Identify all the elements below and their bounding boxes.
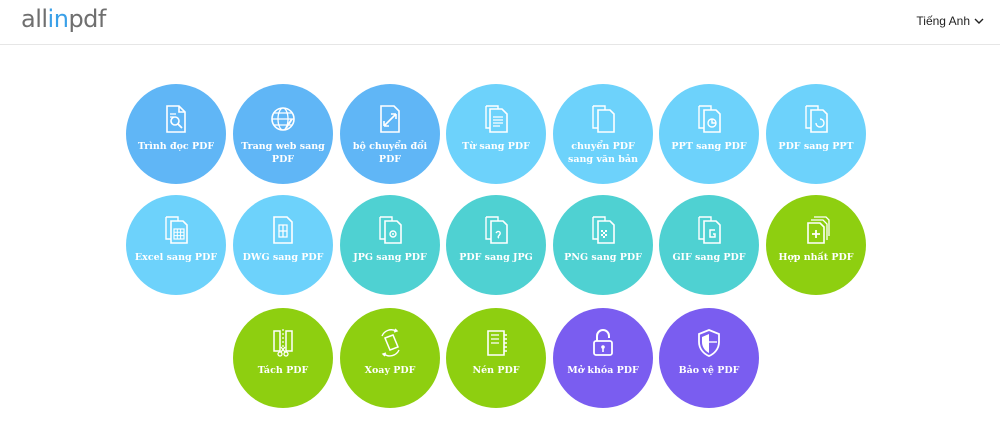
tool-label: PDF sang JPG bbox=[459, 252, 533, 263]
tool-label: GIF sang PDF bbox=[672, 252, 746, 263]
tool-label: Trang web sang PDF bbox=[241, 141, 325, 165]
tool-pdf-to-ppt[interactable]: PDF sang PPT bbox=[766, 84, 866, 184]
tool-png-to-pdf[interactable]: PNG sang PDF bbox=[553, 195, 653, 295]
jpg-icon bbox=[379, 216, 402, 244]
tool-label: Hợp nhất PDF bbox=[778, 252, 854, 263]
tool-pdf-to-text[interactable]: chuyển PDF sang văn bản bbox=[553, 84, 653, 184]
tool-word-to-pdf[interactable]: Từ sang PDF bbox=[446, 84, 546, 184]
compress-icon bbox=[487, 330, 507, 356]
text-doc-icon bbox=[592, 105, 615, 133]
tool-pdf-converter[interactable]: bộ chuyển đổi PDF bbox=[340, 84, 440, 184]
png-icon bbox=[592, 216, 615, 244]
globe-icon bbox=[271, 107, 295, 131]
split-icon bbox=[273, 329, 293, 357]
tool-merge-pdf[interactable]: Hợp nhất PDF bbox=[766, 195, 866, 295]
unlock-icon bbox=[593, 329, 613, 356]
tool-unlock-pdf[interactable]: Mở khóa PDF bbox=[553, 308, 653, 408]
tool-dwg-to-pdf[interactable]: DWG sang PDF bbox=[233, 195, 333, 295]
rotate-icon bbox=[381, 328, 400, 357]
allinpdf-logo[interactable]: all in pdf bbox=[21, 5, 106, 33]
tool-label: PNG sang PDF bbox=[564, 252, 642, 263]
gif-icon bbox=[698, 216, 721, 244]
tool-label: chuyển PDF sang văn bản bbox=[568, 141, 638, 165]
pdf-ppt-icon bbox=[805, 105, 828, 133]
tool-label: bộ chuyển đổi PDF bbox=[352, 141, 428, 165]
logo-prefix: all bbox=[21, 5, 48, 33]
language-label: Tiếng Anh bbox=[916, 14, 970, 28]
tool-label: PPT sang PDF bbox=[671, 141, 747, 152]
convert-icon bbox=[380, 105, 400, 133]
tool-label: Bảo vệ PDF bbox=[678, 365, 740, 376]
tool-gif-to-pdf[interactable]: GIF sang PDF bbox=[659, 195, 759, 295]
tool-label: PDF sang PPT bbox=[778, 141, 854, 152]
language-selector[interactable]: Tiếng Anh bbox=[916, 14, 984, 28]
tool-label: Excel sang PDF bbox=[134, 252, 218, 263]
tool-split-pdf[interactable]: Tách PDF bbox=[233, 308, 333, 408]
merge-icon bbox=[807, 216, 830, 244]
logo-in: in bbox=[47, 5, 69, 33]
tool-pdf-reader[interactable]: Trình đọc PDF bbox=[126, 84, 226, 184]
tool-jpg-to-pdf[interactable]: JPG sang PDF bbox=[340, 195, 440, 295]
tool-label: DWG sang PDF bbox=[242, 252, 324, 263]
tool-ppt-to-pdf[interactable]: PPT sang PDF bbox=[659, 84, 759, 184]
tool-label: Từ sang PDF bbox=[462, 141, 530, 152]
tool-label: Mở khóa PDF bbox=[567, 365, 639, 376]
shield-icon bbox=[698, 329, 720, 357]
tool-label: Nén PDF bbox=[472, 365, 520, 376]
logo-suffix: pdf bbox=[68, 5, 106, 33]
dwg-icon bbox=[273, 216, 293, 244]
pdf-reader-icon bbox=[166, 105, 186, 133]
tool-label: Trình đọc PDF bbox=[137, 141, 215, 152]
tool-label: Tách PDF bbox=[257, 365, 309, 376]
tool-web-to-pdf[interactable]: Trang web sang PDF bbox=[233, 84, 333, 184]
tool-pdf-to-jpg[interactable]: PDF sang JPG bbox=[446, 195, 546, 295]
excel-icon bbox=[165, 216, 188, 244]
tool-protect-pdf[interactable]: Bảo vệ PDF bbox=[659, 308, 759, 408]
ppt-icon bbox=[698, 105, 721, 133]
tool-excel-to-pdf[interactable]: Excel sang PDF bbox=[126, 195, 226, 295]
chevron-down-icon bbox=[974, 18, 984, 24]
pdf-jpg-icon bbox=[485, 216, 508, 244]
top-header: all in pdf Tiếng Anh bbox=[0, 0, 1000, 45]
tool-compress-pdf[interactable]: Nén PDF bbox=[446, 308, 546, 408]
tool-rotate-pdf[interactable]: Xoay PDF bbox=[340, 308, 440, 408]
tool-label: Xoay PDF bbox=[364, 365, 416, 376]
tool-label: JPG sang PDF bbox=[353, 252, 427, 263]
word-doc-icon bbox=[485, 105, 508, 133]
